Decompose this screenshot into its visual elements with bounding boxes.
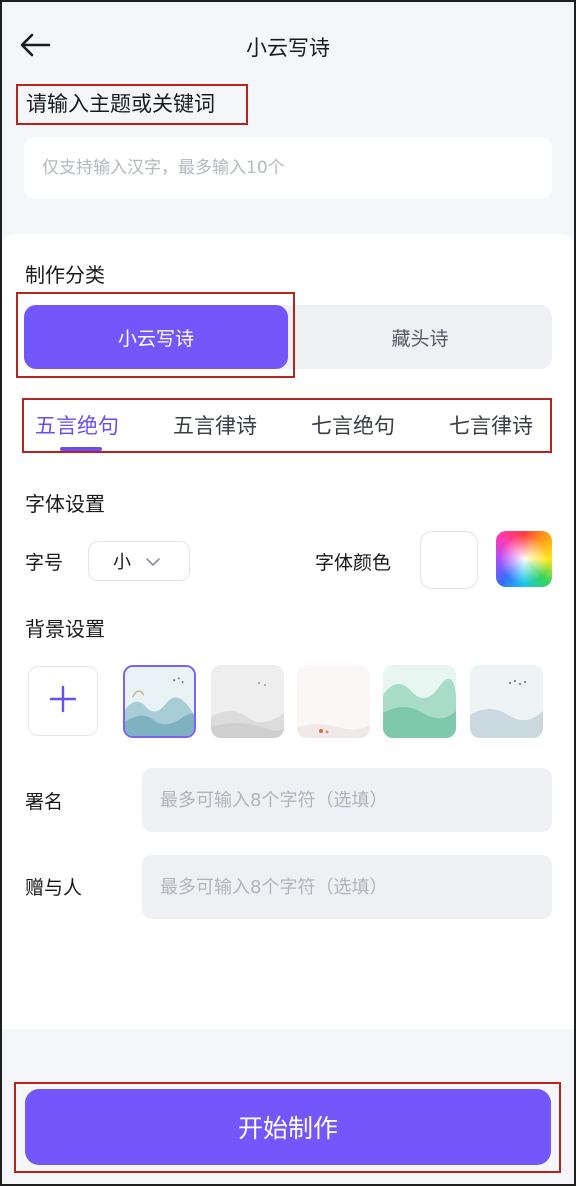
category-option-cangtou[interactable]: 藏头诗 [288,305,552,369]
chevron-down-icon [145,551,161,572]
category-option-label: 藏头诗 [391,327,449,350]
font-settings-label: 字体设置 [25,492,105,516]
font-color-swatch-white[interactable] [420,531,478,589]
font-size-label: 字号 [25,552,64,574]
highlight-box-tabs [22,398,552,453]
background-settings-label: 背景设置 [25,617,105,641]
recipient-input[interactable] [142,855,552,919]
font-size-value: 小 [113,552,131,573]
page-title: 小云写诗 [246,36,330,60]
background-thumbnail-1[interactable] [123,665,196,738]
add-background-button[interactable] [28,666,98,736]
keyword-input[interactable] [24,137,552,199]
signature-label: 署名 [25,791,64,813]
font-size-select[interactable]: 小 [88,541,190,581]
highlight-box-start [14,1082,561,1173]
background-thumbnail-2[interactable] [211,665,284,738]
signature-input[interactable] [142,768,552,832]
highlight-box-keyword-label [16,84,248,125]
highlight-box-category [16,292,295,378]
background-thumbnail-4[interactable] [383,665,456,738]
font-color-label: 字体颜色 [315,552,392,574]
category-label: 制作分类 [25,263,105,287]
plus-icon [49,685,77,717]
background-thumbnail-3[interactable] [297,665,370,738]
recipient-label: 赠与人 [25,877,83,899]
background-thumbnail-5[interactable] [470,665,543,738]
color-picker-icon[interactable] [496,531,552,587]
